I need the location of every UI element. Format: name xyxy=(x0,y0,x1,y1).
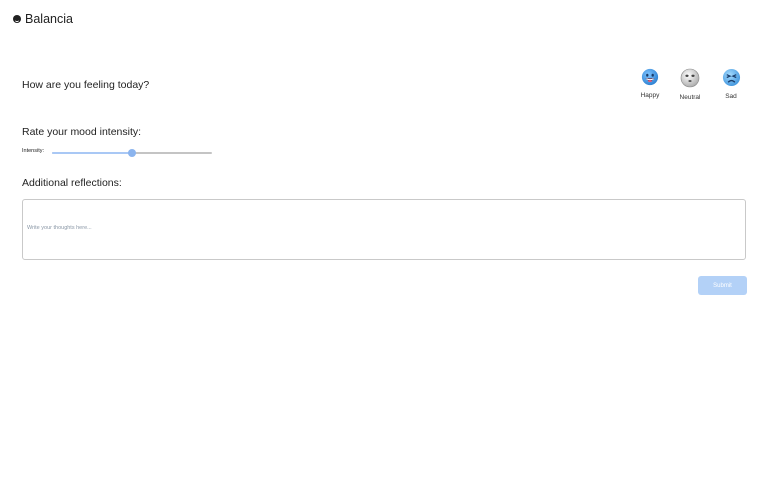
neutral-face-icon xyxy=(680,68,700,88)
app-header: Balancia xyxy=(13,12,73,26)
mood-label-neutral: Neutral xyxy=(679,94,701,101)
mood-question: How are you feeling today? xyxy=(22,79,150,91)
mood-option-sad[interactable]: Sad xyxy=(715,68,747,100)
smiley-icon xyxy=(13,15,21,23)
reflections-heading: Additional reflections: xyxy=(22,177,122,189)
mood-option-neutral[interactable]: Neutral xyxy=(674,68,706,101)
reflections-placeholder: Write your thoughts here... xyxy=(27,225,92,231)
intensity-slider[interactable] xyxy=(52,149,212,157)
submit-button[interactable]: Submit xyxy=(698,276,747,295)
mood-label-happy: Happy xyxy=(640,92,660,99)
mood-option-happy[interactable]: Happy xyxy=(634,68,666,99)
intensity-label: Intensity: xyxy=(22,148,45,154)
mood-selector: Happy Neutral Sad xyxy=(634,68,750,110)
mood-label-sad: Sad xyxy=(725,93,737,100)
intensity-slider-thumb[interactable] xyxy=(128,149,136,157)
app-title: Balancia xyxy=(25,12,73,26)
reflections-textarea[interactable]: Write your thoughts here... xyxy=(22,199,746,260)
intensity-heading: Rate your mood intensity: xyxy=(22,126,142,138)
happy-face-icon xyxy=(641,68,659,86)
sad-face-icon xyxy=(722,68,740,87)
intensity-slider-fill xyxy=(52,152,132,154)
intensity-control: Intensity: xyxy=(22,147,222,159)
mood-tracker-app: Balancia How are you feeling today? Happ… xyxy=(0,0,768,480)
